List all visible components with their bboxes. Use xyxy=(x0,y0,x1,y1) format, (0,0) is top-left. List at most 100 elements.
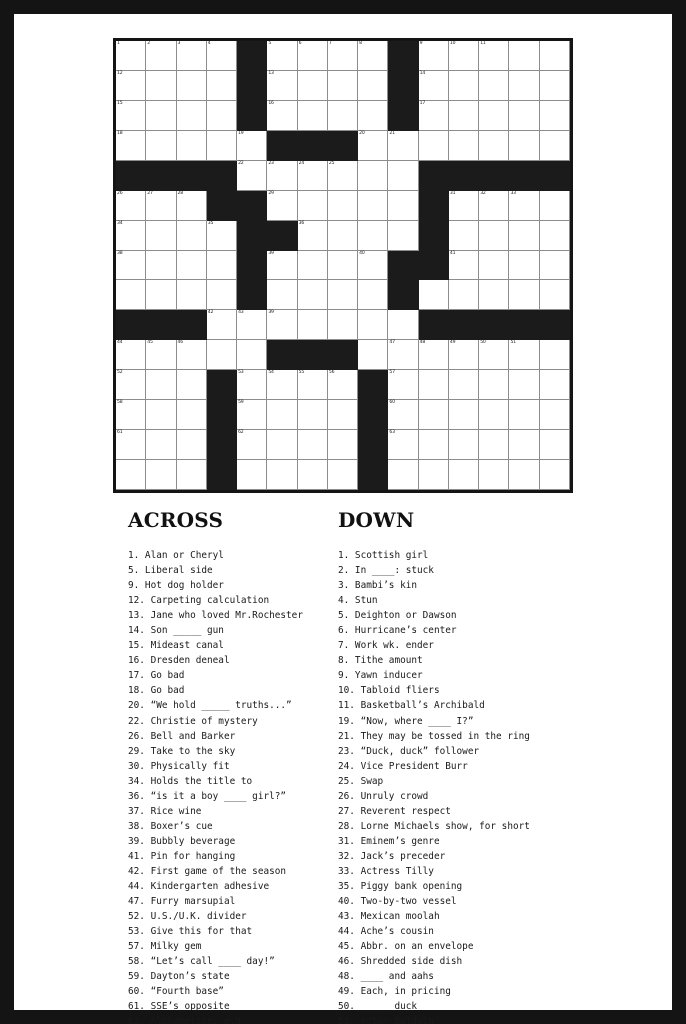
grid-cell[interactable]: 41 xyxy=(448,250,480,281)
grid-cell[interactable] xyxy=(418,370,449,401)
clue-item[interactable]: 46. Shredded side dish xyxy=(338,954,668,969)
grid-cell[interactable] xyxy=(509,400,540,431)
grid-cell[interactable] xyxy=(297,70,328,101)
grid-cell[interactable] xyxy=(479,370,510,401)
grid-cell[interactable] xyxy=(479,430,510,461)
grid-cell[interactable] xyxy=(418,430,449,461)
grid-cell[interactable] xyxy=(479,220,510,251)
grid-cell[interactable] xyxy=(448,100,480,131)
clue-item[interactable]: 52. U.S./U.K. divider xyxy=(128,909,338,924)
grid-cell[interactable] xyxy=(116,280,147,311)
grid-cell[interactable]: 10 xyxy=(448,41,480,71)
grid-cell[interactable]: 28 xyxy=(176,190,207,221)
grid-cell[interactable]: 25 xyxy=(327,160,359,191)
grid-cell[interactable]: 5 xyxy=(267,41,298,71)
grid-cell[interactable] xyxy=(146,130,177,161)
grid-cell[interactable]: 8 xyxy=(358,41,389,71)
grid-cell[interactable] xyxy=(479,70,510,101)
clue-item[interactable]: 48. ____ and aahs xyxy=(338,969,668,984)
grid-cell[interactable]: 31 xyxy=(448,190,480,221)
clue-item[interactable]: 2. In ____: stuck xyxy=(338,563,668,578)
grid-cell[interactable]: 21 xyxy=(388,130,419,161)
grid-cell[interactable] xyxy=(176,460,207,490)
grid-cell[interactable]: 39 xyxy=(267,310,298,341)
clue-item[interactable]: 12. Carpeting calculation xyxy=(128,593,338,608)
grid-cell[interactable]: 36 xyxy=(297,220,328,251)
grid-cell[interactable] xyxy=(448,220,480,251)
grid-cell[interactable]: 11 xyxy=(479,41,510,71)
clue-item[interactable]: 38. Boxer’s cue xyxy=(128,819,338,834)
grid-cell[interactable] xyxy=(297,400,328,431)
grid-cell[interactable] xyxy=(267,400,298,431)
clue-item[interactable]: 36. “is it a boy ____ girl?” xyxy=(128,789,338,804)
clue-item[interactable]: 29. Take to the sky xyxy=(128,744,338,759)
grid-cell[interactable]: 23 xyxy=(267,160,298,191)
grid-cell[interactable] xyxy=(509,250,540,281)
grid-cell[interactable]: 22 xyxy=(237,160,268,191)
grid-cell[interactable] xyxy=(327,100,359,131)
grid-cell[interactable] xyxy=(539,460,570,490)
clue-item[interactable]: 32. Jack’s preceder xyxy=(338,849,668,864)
clue-item[interactable]: 50. _____ duck xyxy=(338,999,668,1014)
grid-cell[interactable]: 19 xyxy=(237,130,268,161)
grid-cell[interactable] xyxy=(327,280,359,311)
grid-cell[interactable] xyxy=(418,130,449,161)
clue-item[interactable]: 13. Jane who loved Mr.Rochester xyxy=(128,608,338,623)
grid-cell[interactable]: 2 xyxy=(146,41,177,71)
clue-item[interactable]: 30. Physically fit xyxy=(128,759,338,774)
grid-cell[interactable] xyxy=(206,340,238,371)
grid-cell[interactable]: 16 xyxy=(267,100,298,131)
grid-cell[interactable] xyxy=(237,460,268,490)
grid-cell[interactable] xyxy=(237,340,268,371)
clue-item[interactable]: 23. “Duck, duck” follower xyxy=(338,744,668,759)
grid-cell[interactable]: 7 xyxy=(327,41,359,71)
grid-cell[interactable] xyxy=(146,220,177,251)
clue-item[interactable]: 39. Bubbly beverage xyxy=(128,834,338,849)
grid-cell[interactable] xyxy=(539,400,570,431)
clue-item[interactable]: 28. Lorne Michaels show, for short xyxy=(338,819,668,834)
clue-item[interactable]: 1. Scottish girl xyxy=(338,548,668,563)
grid-cell[interactable] xyxy=(116,460,147,490)
clue-item[interactable]: 24. Vice President Burr xyxy=(338,759,668,774)
clue-item[interactable]: 53. Give this for that xyxy=(128,924,338,939)
grid-cell[interactable] xyxy=(448,370,480,401)
clue-item[interactable]: 20. “We hold _____ truths...” xyxy=(128,698,338,713)
clue-item[interactable]: 4. Stun xyxy=(338,593,668,608)
grid-cell[interactable] xyxy=(388,190,419,221)
grid-cell[interactable]: 3 xyxy=(176,41,207,71)
clue-item[interactable]: 16. Dresden deneal xyxy=(128,653,338,668)
grid-cell[interactable] xyxy=(358,70,389,101)
grid-cell[interactable] xyxy=(388,220,419,251)
grid-cell[interactable] xyxy=(479,400,510,431)
grid-cell[interactable] xyxy=(206,100,238,131)
grid-cell[interactable] xyxy=(509,41,540,71)
grid-cell[interactable] xyxy=(448,280,480,311)
clue-item[interactable]: 40. Two-by-two vessel xyxy=(338,894,668,909)
grid-cell[interactable] xyxy=(146,100,177,131)
grid-cell[interactable]: 26 xyxy=(116,190,147,221)
grid-cell[interactable] xyxy=(146,460,177,490)
grid-cell[interactable] xyxy=(327,430,359,461)
clue-item[interactable]: 37. Rice wine xyxy=(128,804,338,819)
grid-cell[interactable] xyxy=(509,70,540,101)
grid-cell[interactable] xyxy=(146,370,177,401)
grid-cell[interactable] xyxy=(479,130,510,161)
clue-item[interactable]: 41. Pin for hanging xyxy=(128,849,338,864)
grid-cell[interactable]: 57 xyxy=(388,370,419,401)
grid-cell[interactable] xyxy=(297,190,328,221)
grid-cell[interactable]: 40 xyxy=(358,250,389,281)
grid-cell[interactable]: 38 xyxy=(116,250,147,281)
grid-cell[interactable] xyxy=(176,70,207,101)
grid-cell[interactable] xyxy=(297,280,328,311)
grid-cell[interactable] xyxy=(509,130,540,161)
grid-cell[interactable]: 53 xyxy=(237,370,268,401)
grid-cell[interactable] xyxy=(448,130,480,161)
clue-item[interactable]: 61. SSE’s opposite xyxy=(128,999,338,1014)
clue-item[interactable]: 34. Holds the title to xyxy=(128,774,338,789)
grid-cell[interactable]: 56 xyxy=(327,370,359,401)
grid-cell[interactable] xyxy=(206,130,238,161)
grid-cell[interactable] xyxy=(327,250,359,281)
clue-item[interactable]: 17. Go bad xyxy=(128,668,338,683)
grid-cell[interactable] xyxy=(176,370,207,401)
grid-cell[interactable] xyxy=(327,400,359,431)
